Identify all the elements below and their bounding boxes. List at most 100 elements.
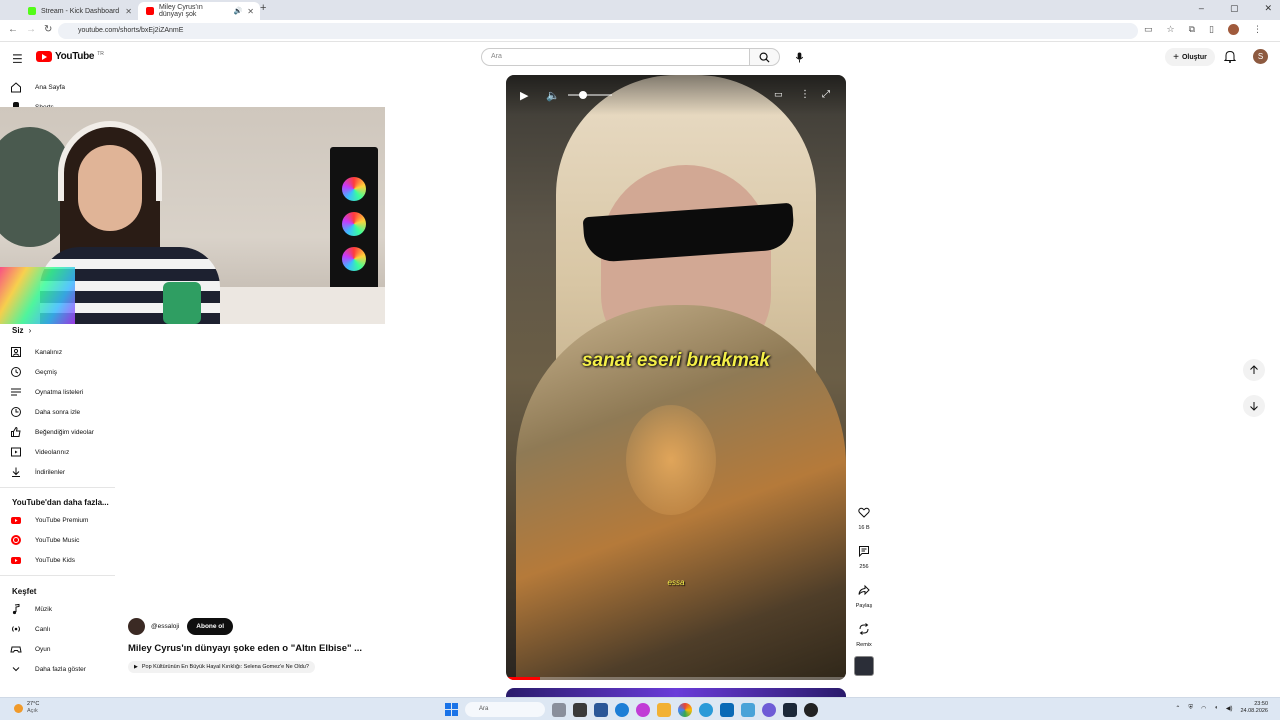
hamburger-menu-icon[interactable]: ☰ xyxy=(12,52,23,66)
widgets-icon[interactable] xyxy=(552,702,566,717)
voice-search-button[interactable] xyxy=(790,48,808,66)
video-icon xyxy=(11,447,21,457)
speaker-tray-icon[interactable]: ◀) xyxy=(1226,705,1233,712)
system-clock[interactable]: 23:50 24.08.2026 xyxy=(1240,701,1268,715)
weather-temp: 27°C xyxy=(27,701,40,707)
copilot-icon[interactable] xyxy=(636,702,650,717)
cast-icon[interactable]: ▭ xyxy=(1144,24,1153,35)
more-options-icon[interactable]: ⋮ xyxy=(800,89,810,100)
store-icon[interactable] xyxy=(594,702,608,717)
download-icon xyxy=(12,467,20,477)
sound-thumbnail[interactable] xyxy=(854,656,874,676)
create-button[interactable]: + Oluştur xyxy=(1165,48,1215,66)
app-icon[interactable] xyxy=(720,702,734,717)
sidebar-item-live[interactable]: Canlı xyxy=(10,619,50,639)
sidebar-item-label: Daha sonra izle xyxy=(35,408,81,416)
forward-icon[interactable]: → xyxy=(26,24,36,35)
sidebar-item-label: Videolarınız xyxy=(35,448,70,456)
file-explorer-icon[interactable] xyxy=(657,702,671,717)
related-video-chip[interactable]: ▶ Pop Kültürünün En Büyük Hayal Kırıklığ… xyxy=(128,661,315,673)
sidebar-explore-heading: Keşfet xyxy=(12,587,37,596)
sidebar-item-playlists[interactable]: Oynatma listeleri xyxy=(10,382,83,402)
next-short-button[interactable] xyxy=(1243,395,1265,417)
steam-icon[interactable] xyxy=(783,702,797,717)
edge-browser-icon[interactable] xyxy=(615,702,629,717)
sidebar-item-yt-premium[interactable]: YouTube Premium xyxy=(10,510,88,530)
volume-slider-handle[interactable] xyxy=(579,91,587,99)
sidebar-item-your-videos[interactable]: Videolarınız xyxy=(10,442,69,462)
close-icon[interactable]: ✕ xyxy=(125,7,132,16)
bookmark-star-icon[interactable]: ☆ xyxy=(1167,24,1175,35)
tab-kick-dashboard[interactable]: Stream - Kick Dashboard ✕ xyxy=(20,2,138,20)
wifi-icon[interactable]: ◠ xyxy=(1201,705,1206,712)
progress-bar[interactable] xyxy=(506,677,846,680)
short-title[interactable]: Miley Cyrus'ın dünyayı şoke eden o "Altı… xyxy=(128,643,488,654)
sidebar-item-music[interactable]: Müzik xyxy=(10,599,52,619)
sidebar-item-watch-later[interactable]: Daha sonra izle xyxy=(10,402,80,422)
obs-icon[interactable] xyxy=(804,702,818,717)
sidebar-item-history[interactable]: Geçmiş xyxy=(10,362,57,382)
taskbar-search-input[interactable]: Ara xyxy=(465,702,545,717)
sidebar-more-heading: YouTube'dan daha fazla... xyxy=(12,498,109,507)
logo-region: TR xyxy=(97,50,104,57)
maximize-button[interactable]: ▢ xyxy=(1230,3,1239,14)
subscribe-button[interactable]: Abone ol xyxy=(187,618,234,635)
comment-action[interactable]: 256 xyxy=(852,541,876,570)
volume-slider[interactable] xyxy=(568,94,612,96)
sidebar-item-downloads[interactable]: İndirilenler xyxy=(10,462,65,482)
captions-icon[interactable]: ▭ xyxy=(774,89,783,100)
back-icon[interactable]: ← xyxy=(8,24,18,35)
search-button[interactable] xyxy=(750,48,780,66)
minimize-button[interactable]: – xyxy=(1199,3,1204,14)
sidebar-item-your-channel[interactable]: Kanalınız xyxy=(10,342,62,362)
search-input[interactable]: Ara xyxy=(481,48,750,66)
microphone-tray-icon[interactable]: ◖ xyxy=(1214,705,1218,711)
task-view-icon[interactable] xyxy=(573,702,587,717)
remix-action[interactable]: Remix xyxy=(852,619,876,648)
sidebar-item-yt-music[interactable]: YouTube Music xyxy=(10,530,79,550)
youtube-logo[interactable]: YouTube TR xyxy=(36,51,104,62)
chevron-up-icon[interactable]: ⌃ xyxy=(1175,705,1180,712)
profile-avatar[interactable] xyxy=(1228,24,1239,35)
close-icon[interactable]: ✕ xyxy=(247,7,254,16)
volume-icon[interactable]: 🔈 xyxy=(546,89,560,102)
sidebar-you-heading[interactable]: Siz › xyxy=(12,326,31,335)
extensions-icon[interactable]: ⧉ xyxy=(1189,24,1195,35)
new-tab-button[interactable]: + xyxy=(260,2,266,14)
account-avatar[interactable]: S xyxy=(1253,49,1268,64)
play-icon[interactable]: ▶ xyxy=(520,89,528,102)
channel-avatar[interactable] xyxy=(128,618,145,635)
sidebar-item-gaming[interactable]: Oyun xyxy=(10,639,51,659)
sidebar-item-label: Oynatma listeleri xyxy=(35,388,84,396)
notifications-bell-icon[interactable] xyxy=(1224,50,1236,63)
fullscreen-icon[interactable]: ⤢ xyxy=(822,89,830,100)
like-action[interactable]: 16 B xyxy=(852,502,876,531)
menu-dots-icon[interactable]: ⋮ xyxy=(1253,24,1262,35)
close-window-button[interactable]: ✕ xyxy=(1264,3,1272,14)
video-caption: sanat eseri bırakmak xyxy=(581,350,770,371)
yt-premium-icon xyxy=(11,517,21,524)
previous-short-button[interactable] xyxy=(1243,359,1265,381)
windows-start-icon[interactable] xyxy=(445,703,458,716)
chip-label: Pop Kültürünün En Büyük Hayal Kırıklığı:… xyxy=(141,664,309,670)
discord-icon[interactable] xyxy=(762,702,776,717)
weather-widget[interactable]: 27°C Açık xyxy=(14,701,39,715)
shorts-player[interactable]: ▶ 🔈 ▭ ⋮ ⤢ sanat eseri bırakmak essa xyxy=(506,75,846,680)
channel-name[interactable]: @essaloji xyxy=(151,623,179,630)
url-input[interactable]: youtube.com/shorts/bxEj2iZAnmE xyxy=(58,23,1138,39)
you-heading-label: Siz xyxy=(12,326,24,335)
speaker-icon[interactable]: 🔊 xyxy=(234,7,243,15)
sidebar-toggle-icon[interactable]: ▯ xyxy=(1209,24,1214,35)
settings-icon[interactable] xyxy=(741,702,755,717)
share-action[interactable]: Paylaş xyxy=(852,580,876,609)
tab-youtube-short[interactable]: Miley Cyrus'ın dünyayı şok 🔊 ✕ xyxy=(138,2,260,20)
security-shield-icon[interactable]: ⛨ xyxy=(1188,705,1193,712)
sidebar-item-liked-videos[interactable]: Beğendiğim videolar xyxy=(10,422,94,442)
sidebar-item-home[interactable]: Ana Sayfa xyxy=(10,77,65,97)
sidebar-item-show-more[interactable]: Daha fazla göster xyxy=(10,659,86,679)
cup-shape xyxy=(163,282,201,324)
chrome-icon[interactable] xyxy=(678,702,692,717)
sidebar-item-yt-kids[interactable]: YouTube Kids xyxy=(10,550,75,570)
edge-alt-icon[interactable] xyxy=(699,702,713,717)
reload-icon[interactable]: ↻ xyxy=(44,24,52,35)
